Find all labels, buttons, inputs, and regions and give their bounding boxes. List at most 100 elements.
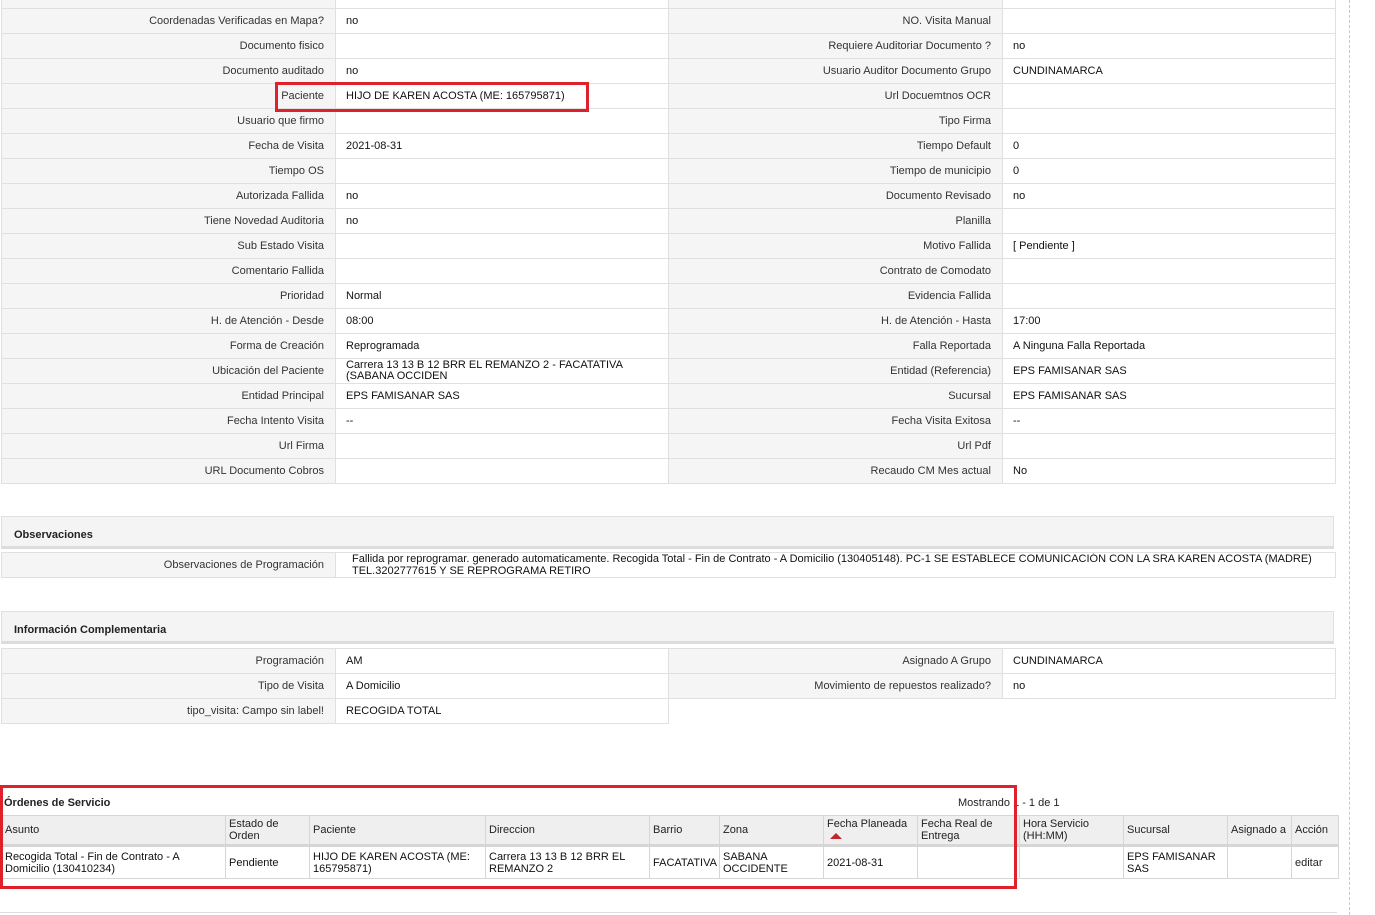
column-header-label: Asunto	[5, 824, 40, 836]
field-value	[335, 233, 669, 259]
detail-row: Forma de Creación Reprogramada Falla Repor…	[1, 333, 1336, 359]
field-value: A Ninguna Falla Reportada	[1002, 333, 1336, 359]
field-value	[335, 158, 669, 184]
column-header-label: Paciente	[313, 824, 356, 836]
field-label: Sucursal	[668, 383, 1003, 409]
column-header-asignado-a[interactable]: Asignado a	[1227, 815, 1292, 847]
field-label: Tipo Firma	[668, 108, 1003, 134]
field-label: Entidad (Referencia)	[668, 358, 1003, 384]
column-header-fecha-planeada[interactable]: Fecha Planeada	[823, 815, 918, 847]
field-label: Fecha de Visita	[1, 133, 336, 159]
column-header-label: Fecha Real de Entrega	[921, 818, 993, 842]
field-label: H. de Atención - Hasta	[668, 308, 1003, 334]
observaciones-row: Observaciones de Programación Fallida po…	[1, 552, 1336, 578]
field-label: Tiempo de municipio	[668, 158, 1003, 184]
field-value	[1002, 258, 1336, 284]
column-header-barrio[interactable]: Barrio	[649, 815, 720, 847]
field-value	[335, 458, 669, 484]
field-value: 0	[1002, 133, 1336, 159]
field-label: Url Firma	[1, 433, 336, 459]
visit-details-table: Coordenadas Verificadas en Mapa? no NO. Vi…	[1, 8, 1336, 484]
field-value: no	[1002, 33, 1336, 59]
detail-row: Autorizada Fallida no Documento Revisado no	[1, 183, 1336, 209]
field-label: Evidencia Fallida	[668, 283, 1003, 309]
detail-row: URL Documento Cobros Recaudo CM Mes actua…	[1, 458, 1336, 484]
column-header-label: Asignado a	[1231, 824, 1287, 836]
column-header-label: Hora Servicio (HH:MM)	[1023, 818, 1090, 842]
field-label: Prioridad	[1, 283, 336, 309]
field-label: tipo_visita: Campo sin label!	[1, 698, 336, 724]
table-row[interactable]: Recogida Total - Fin de Contrato - A Dom…	[1, 845, 1339, 879]
observaciones-table: Observaciones de Programación Fallida po…	[1, 552, 1336, 578]
column-header-paciente[interactable]: Paciente	[309, 815, 486, 847]
field-label: Tipo de Visita	[1, 673, 336, 699]
detail-row: H. de Atención - Desde 08:00 H. de Atenció…	[1, 308, 1336, 334]
column-header-hora-servicio-hh-mm[interactable]: Hora Servicio (HH:MM)	[1019, 815, 1124, 847]
column-header-estado-de-orden[interactable]: Estado de Orden	[225, 815, 310, 847]
field-label: Tiempo OS	[1, 158, 336, 184]
field-value: Normal	[335, 283, 669, 309]
cell-fecha-real-de-entrega	[917, 845, 1020, 879]
field-value	[1002, 208, 1336, 234]
section-title: Observaciones	[14, 529, 93, 541]
field-value	[335, 258, 669, 284]
detail-row: Comentario Fallida Contrato de Comodato	[1, 258, 1336, 284]
detail-row: Documento fisico Requiere Auditoriar Docu…	[1, 33, 1336, 59]
field-label: Entidad Principal	[1, 383, 336, 409]
field-label: Forma de Creación	[1, 333, 336, 359]
detail-row: Entidad Principal EPS FAMISANAR SAS Sucurs…	[1, 383, 1336, 409]
field-label: Movimiento de repuestos realizado?	[668, 673, 1003, 699]
cell-barrio: FACATATIVA	[649, 845, 720, 879]
field-value: 08:00	[335, 308, 669, 334]
cell-asignado-a	[1227, 845, 1292, 879]
cell-zona: SABANA OCCIDENTE	[719, 845, 824, 879]
column-header-sucursal[interactable]: Sucursal	[1123, 815, 1228, 847]
field-value: no	[1002, 673, 1336, 699]
field-label: H. de Atención - Desde	[1, 308, 336, 334]
detail-row: Paciente HIJO DE KAREN ACOSTA (ME: 165795…	[1, 83, 1336, 109]
field-value	[1002, 83, 1336, 109]
field-value: RECOGIDA TOTAL	[335, 698, 669, 724]
field-label: Url Pdf	[668, 433, 1003, 459]
field-label: Programación	[1, 648, 336, 674]
field-label: Tiempo Default	[668, 133, 1003, 159]
field-label: NO. Visita Manual	[668, 8, 1003, 34]
field-label: Ubicación del Paciente	[1, 358, 336, 384]
observaciones-section-header: Observaciones	[1, 516, 1334, 549]
edit-link[interactable]: editar	[1295, 857, 1323, 869]
detail-row: Fecha Intento Visita -- Fecha Visita Exito…	[1, 408, 1336, 434]
field-label: Planilla	[668, 208, 1003, 234]
column-header-direccion[interactable]: Direccion	[485, 815, 650, 847]
detail-row: Usuario que firmo Tipo Firma	[1, 108, 1336, 134]
column-header-zona[interactable]: Zona	[719, 815, 824, 847]
field-label: Fecha Intento Visita	[1, 408, 336, 434]
field-label: Documento Revisado	[668, 183, 1003, 209]
column-header-fecha-real-de-entrega[interactable]: Fecha Real de Entrega	[917, 815, 1020, 847]
field-value	[335, 33, 669, 59]
detail-row: Coordenadas Verificadas en Mapa? no NO. Vi…	[1, 8, 1336, 34]
column-header-label: Acción	[1295, 824, 1329, 836]
field-label: Usuario que firmo	[1, 108, 336, 134]
bottom-divider	[0, 912, 1337, 913]
field-value: no	[335, 58, 669, 84]
field-value: AM	[335, 648, 669, 674]
column-header-accion[interactable]: Acción	[1291, 815, 1339, 847]
field-value: HIJO DE KAREN ACOSTA (ME: 165795871)	[335, 83, 669, 109]
field-label: Fecha Visita Exitosa	[668, 408, 1003, 434]
detail-row: Sub Estado Visita Motivo Fallida[ Pendien…	[1, 233, 1336, 259]
pagination-info: Mostrando 1 - 1 de 1	[958, 797, 1060, 809]
field-value: no	[335, 183, 669, 209]
column-header-label: Fecha Planeada	[827, 818, 908, 830]
detail-row: Documento auditado no Usuario Auditor Docu…	[1, 58, 1336, 84]
field-value: EPS FAMISANAR SAS	[1002, 358, 1336, 384]
field-label: Url Docuemtnos OCR	[668, 83, 1003, 109]
complementaria-row: Tipo de Visita A Domicilio Movimiento de r…	[1, 673, 1336, 699]
detail-row: Prioridad Normal Evidencia Fallida	[1, 283, 1336, 309]
field-value: no	[1002, 183, 1336, 209]
field-label: Falla Reportada	[668, 333, 1003, 359]
field-value: Carrera 13 13 B 12 BRR EL REMANZO 2 - FA…	[335, 358, 669, 384]
column-header-asunto[interactable]: Asunto	[1, 815, 226, 847]
field-value: Reprogramada	[335, 333, 669, 359]
field-value: No	[1002, 458, 1336, 484]
sort-ascending-icon[interactable]	[830, 833, 842, 840]
